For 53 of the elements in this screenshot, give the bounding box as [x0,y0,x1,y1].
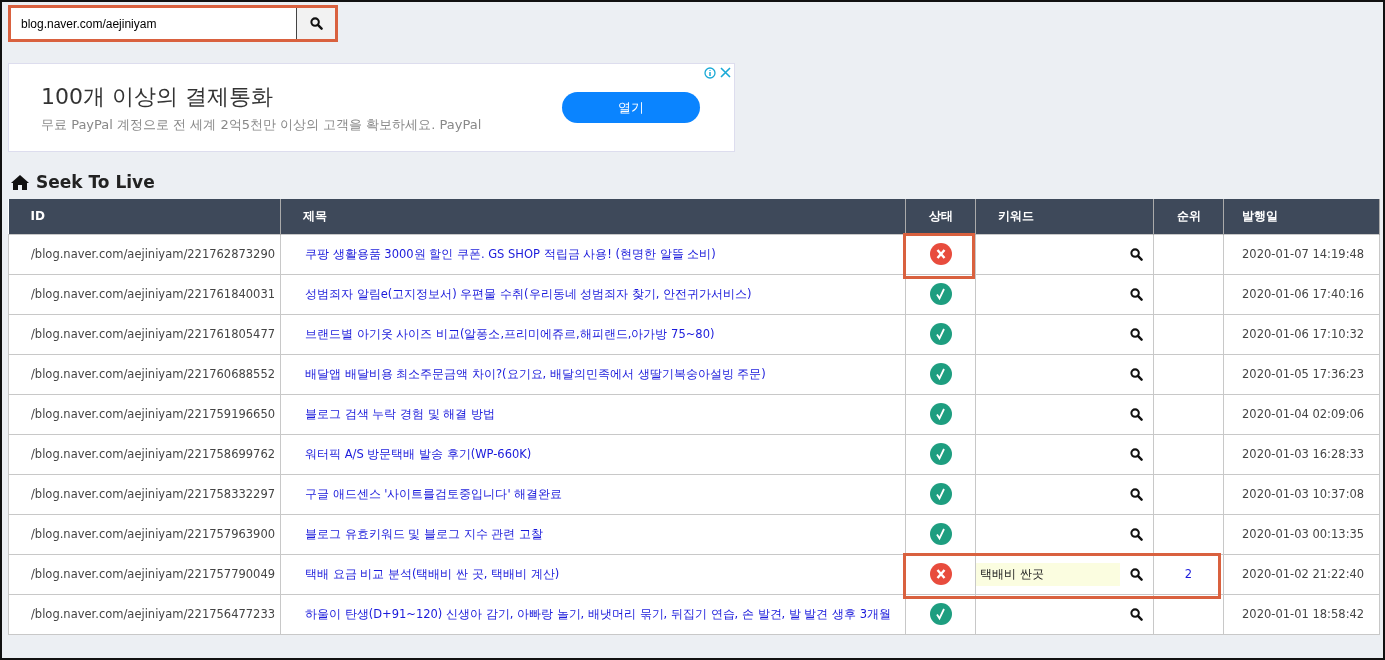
publish-date-cell: 2020-01-01 18:58:42 [1223,594,1380,634]
blog-title: Seek To Live [36,172,155,192]
post-id-cell: /blog.naver.com/aejiniyam/221756477233 [8,594,281,634]
publish-date-cell: 2020-01-03 16:28:33 [1223,434,1380,474]
column-header: 순위 [1153,199,1224,234]
column-header: 상태 [905,199,976,234]
post-id-cell: /blog.naver.com/aejiniyam/221758699762 [8,434,281,474]
column-header: 제목 [280,199,906,234]
post-title-link[interactable]: 워터픽 A/S 방문택배 발송 후기(WP-660K) [305,446,532,461]
info-icon[interactable] [704,67,716,79]
post-title-link[interactable]: 택배 요금 비교 분석(택배비 싼 곳, 택배비 계산) [305,566,560,581]
post-id-cell: /blog.naver.com/aejiniyam/221758332297 [8,474,281,514]
home-icon[interactable] [10,173,30,191]
post-id-cell: /blog.naver.com/aejiniyam/221761840031 [8,274,281,314]
search-button[interactable] [297,8,335,39]
search-icon[interactable] [1130,367,1143,381]
publish-date-cell: 2020-01-07 14:19:48 [1223,234,1380,274]
close-icon[interactable] [720,67,731,78]
publish-date-cell: 2020-01-03 10:37:08 [1223,474,1380,514]
open-button[interactable]: 열기 [562,92,700,123]
publish-date-cell: 2020-01-06 17:40:16 [1223,274,1380,314]
post-id-cell: /blog.naver.com/aejiniyam/221757790049 [8,554,281,594]
column-header: 발행일 [1223,199,1380,234]
post-title-link[interactable]: 블로그 검색 누락 경험 및 해결 방법 [305,406,495,421]
post-id-cell: /blog.naver.com/aejiniyam/221759196650 [8,394,281,434]
post-title-link[interactable]: 구글 애드센스 '사이트를검토중입니다' 해결완료 [305,486,563,501]
search-icon[interactable] [1130,527,1143,541]
publish-date-cell: 2020-01-05 17:36:23 [1223,354,1380,394]
publish-date-cell: 2020-01-04 02:09:06 [1223,394,1380,434]
publish-date-cell: 2020-01-06 17:10:32 [1223,314,1380,354]
search-icon[interactable] [1130,247,1143,261]
column-header: 키워드 [975,199,1154,234]
keyword-field[interactable]: 택배비 싼곳 [976,562,1120,586]
rank-value: 2 [1184,567,1193,581]
search-icon[interactable] [1130,327,1143,341]
ad-headline: 100개 이상의 결제통화 [41,82,274,111]
post-title-link[interactable]: 블로그 유효키워드 및 블로그 지수 관련 고찰 [305,526,543,541]
search-icon[interactable] [1130,567,1143,581]
publish-date-cell: 2020-01-03 00:13:35 [1223,514,1380,554]
search-icon[interactable] [1130,407,1143,421]
search-icon[interactable] [1130,287,1143,301]
search-icon [309,17,323,30]
post-id-cell: /blog.naver.com/aejiniyam/221762873290 [8,234,281,274]
ad-description: 무료 PayPal 계정으로 전 세계 2억5천만 이상의 고객을 확보하세요. PayPal [41,115,483,134]
search-icon[interactable] [1130,487,1143,501]
post-id-cell: /blog.naver.com/aejiniyam/221757963900 [8,514,281,554]
column-header: ID [8,199,281,234]
search-icon[interactable] [1130,447,1143,461]
search-icon[interactable] [1130,607,1143,621]
publish-date-cell: 2020-01-02 21:22:40 [1223,554,1380,594]
url-field[interactable]: blog.naver.com/aejiniyam [8,5,338,42]
post-id-cell: /blog.naver.com/aejiniyam/221761805477 [8,314,281,354]
post-id-cell: /blog.naver.com/aejiniyam/221760688552 [8,354,281,394]
